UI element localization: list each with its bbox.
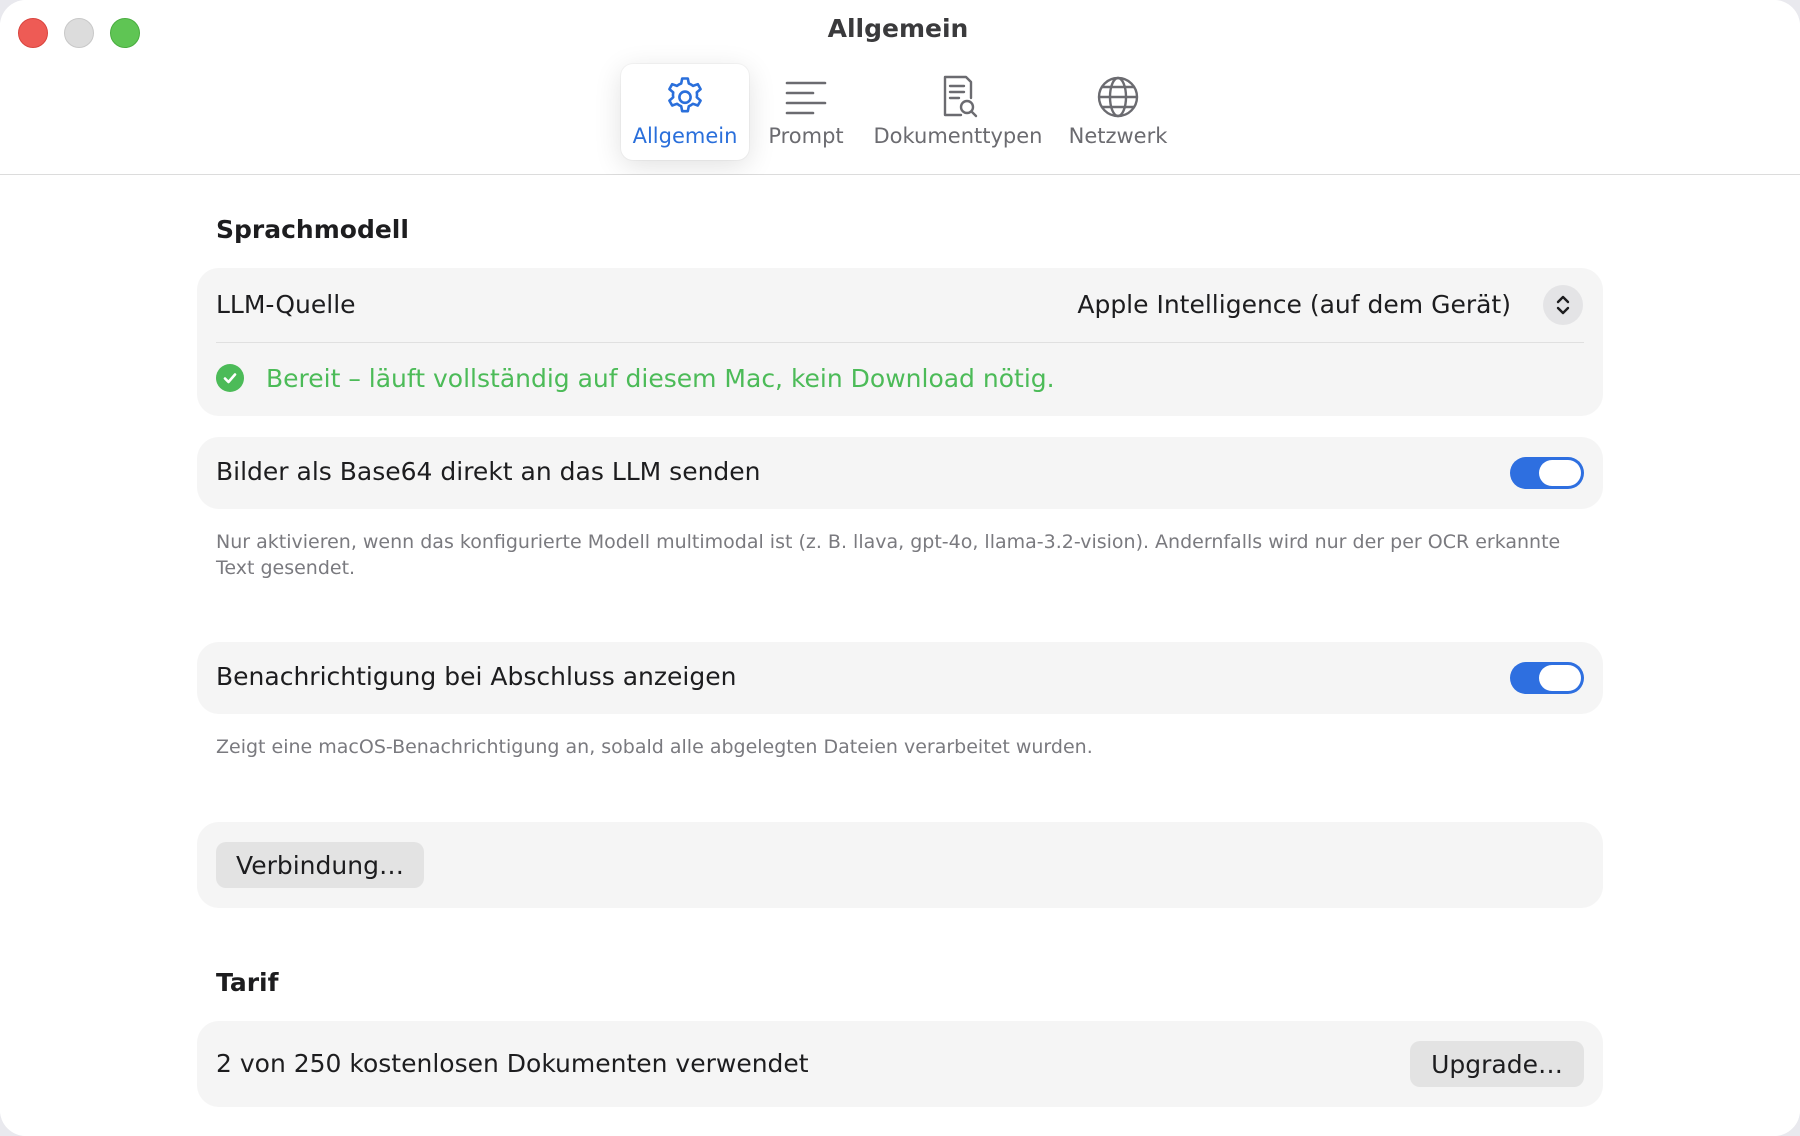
toggle-knob [1539,665,1581,691]
tab-netzwerk-label: Netzwerk [1068,124,1168,148]
llm-status-text: Bereit – läuft vollständig auf diesem Ma… [266,363,1055,393]
base64-card: Bilder als Base64 direkt an das LLM send… [197,437,1603,509]
notification-help-text: Zeigt eine macOS-Benachrichtigung an, so… [216,736,1093,758]
notification-label: Benachrichtigung bei Abschluss anzeigen [216,662,737,691]
notification-toggle[interactable] [1510,662,1584,694]
window-title: Allgemein [827,14,969,43]
llm-source-popup-button[interactable] [1543,285,1583,325]
tarif-usage-text: 2 von 250 kostenlosen Dokumenten verwend… [216,1049,809,1078]
text-lines-icon [785,81,827,115]
tab-dokumenttypen-label: Dokumenttypen [873,124,1043,148]
connection-button[interactable]: Verbindung… [216,842,424,888]
settings-window: Allgemein Allgemein Prompt Dokumenttypen… [0,0,1800,1136]
upgrade-button[interactable]: Upgrade… [1410,1041,1584,1087]
chevron-up-down-icon [1556,295,1570,315]
tab-prompt-label: Prompt [768,124,844,148]
titlebar: Allgemein Allgemein Prompt Dokumenttypen… [0,0,1800,175]
tab-prompt[interactable]: Prompt [756,64,856,160]
document-search-icon [943,75,978,118]
globe-icon [1097,76,1139,118]
llm-source-card: LLM-Quelle Apple Intelligence (auf dem G… [197,268,1603,416]
gear-icon [668,77,702,113]
llm-source-label: LLM-Quelle [216,290,356,319]
section-title-tarif: Tarif [216,968,279,997]
llm-source-popup[interactable]: Apple Intelligence (auf dem Gerät) [1077,290,1511,319]
base64-help-text: Nur aktivieren, wenn das konfigurierte M… [216,531,1561,579]
base64-toggle[interactable] [1510,457,1584,489]
tarif-card: 2 von 250 kostenlosen Dokumenten verwend… [197,1021,1603,1107]
base64-label: Bilder als Base64 direkt an das LLM send… [216,457,761,486]
section-title-sprachmodell: Sprachmodell [216,215,409,244]
tab-allgemein[interactable]: Allgemein [621,64,749,160]
notification-card: Benachrichtigung bei Abschluss anzeigen [197,642,1603,714]
settings-content: Sprachmodell LLM-Quelle Apple Intelligen… [0,175,1800,1136]
checkmark-circle-icon [216,364,244,392]
llm-status: Bereit – läuft vollständig auf diesem Ma… [216,353,1055,403]
tab-allgemein-label: Allgemein [632,124,738,148]
connection-card: Verbindung… [197,822,1603,908]
tab-netzwerk[interactable]: Netzwerk [1060,64,1176,160]
divider [216,342,1584,343]
toggle-knob [1539,460,1581,486]
tab-dokumenttypen[interactable]: Dokumenttypen [866,64,1050,160]
